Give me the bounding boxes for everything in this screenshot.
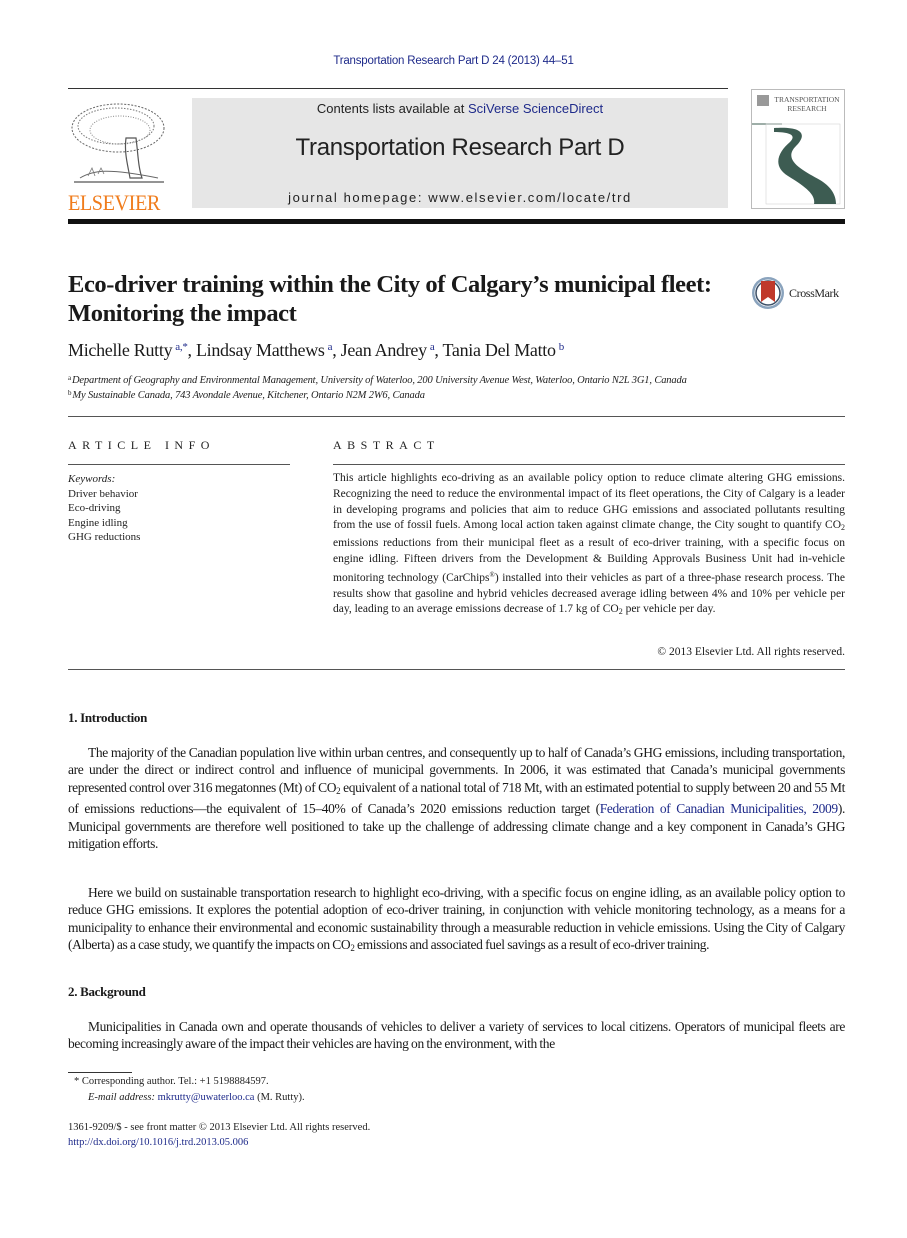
masthead-rule-top [68, 88, 728, 89]
issn-line: 1361-9209/$ - see front matter © 2013 El… [68, 1122, 371, 1133]
keywords-label: Keywords: [68, 473, 116, 485]
divider [68, 669, 845, 670]
elsevier-wordmark: ELSEVIER [68, 190, 160, 215]
author-affiliation-marker[interactable]: a [328, 341, 333, 353]
footnote-divider [68, 1072, 132, 1073]
cover-road-icon [752, 123, 841, 205]
doi-link[interactable]: http://dx.doi.org/10.1016/j.trd.2013.05.… [68, 1137, 248, 1148]
contents-line: Contents lists available at SciVerse Sci… [192, 101, 728, 116]
divider [68, 416, 845, 417]
keyword-item: Eco-driving [68, 502, 121, 514]
affiliation-a: aDepartment of Geography and Environment… [68, 374, 687, 386]
affiliation-text: Department of Geography and Environmenta… [71, 375, 687, 386]
journal-homepage[interactable]: journal homepage: www.elsevier.com/locat… [192, 190, 728, 205]
author-name[interactable]: Jean Andrey [341, 340, 427, 360]
body-paragraph: The majority of the Canadian population … [68, 744, 845, 852]
article-title-line1: Eco-driver training within the City of C… [68, 271, 712, 298]
affiliation-b: bMy Sustainable Canada, 743 Avondale Ave… [68, 389, 425, 401]
corresponding-author-footnote: * Corresponding author. Tel.: +1 5198884… [74, 1076, 269, 1087]
divider [68, 464, 290, 465]
elsevier-tree-icon [71, 103, 165, 183]
author-affiliation-marker[interactable]: a [430, 341, 435, 353]
crossmark-icon [752, 277, 784, 309]
author-affiliation-marker[interactable]: b [559, 341, 565, 353]
footnote-marker: * [74, 1076, 80, 1087]
abstract-copyright: © 2013 Elsevier Ltd. All rights reserved… [657, 646, 845, 658]
article-title-line2: Monitoring the impact [68, 300, 297, 327]
article-title: Eco-driver training within the City of C… [68, 270, 748, 328]
author-name[interactable]: Michelle Rutty [68, 340, 173, 360]
contents-prefix: Contents lists available at [316, 101, 468, 116]
divider [333, 464, 845, 465]
crossmark-button[interactable]: CrossMark [751, 276, 851, 312]
abstract-text: This article highlights eco-driving as a… [333, 471, 845, 620]
email-link[interactable]: mkrutty@uwaterloo.ca [158, 1092, 255, 1103]
footnote-text: Corresponding author. Tel.: +1 519888459… [81, 1076, 269, 1087]
affiliation-key: a [68, 374, 71, 382]
sciencedirect-link[interactable]: SciVerse ScienceDirect [468, 101, 603, 116]
author-name[interactable]: Tania Del Matto [442, 340, 556, 360]
abstract-segment: per vehicle per day. [622, 603, 716, 616]
running-head[interactable]: Transportation Research Part D 24 (2013)… [0, 55, 907, 67]
citation-link[interactable]: Federation of Canadian Municipalities, 2… [600, 801, 838, 816]
article-info-heading: ARTICLE INFO [68, 438, 215, 452]
author-list: Michelle Rutty a,*, Lindsay Matthews a, Je… [68, 340, 565, 360]
subscript: 2 [841, 523, 845, 533]
paragraph-segment: emissions and associated fuel savings as… [354, 937, 710, 953]
section-heading-background: 2. Background [68, 984, 146, 999]
keyword-item: Engine idling [68, 516, 128, 529]
body-paragraph: Here we build on sustainable transportat… [68, 884, 845, 958]
abstract-segment: This article highlights eco-driving as a… [333, 472, 845, 532]
crossmark-label: CrossMark [789, 286, 839, 300]
section-heading-introduction: 1. Introduction [68, 710, 148, 725]
email-footnote: E-mail address: mkrutty@uwaterloo.ca (M.… [88, 1092, 305, 1103]
email-suffix: (M. Rutty). [254, 1092, 305, 1103]
keyword-item: GHG reductions [68, 531, 141, 543]
masthead-rule-bottom [68, 219, 845, 224]
author-name[interactable]: Lindsay Matthews [196, 340, 325, 360]
keyword-item: Driver behavior [68, 487, 138, 500]
affiliation-key: b [68, 389, 72, 397]
journal-masthead: Contents lists available at SciVerse Sci… [192, 98, 728, 208]
affiliation-text: My Sustainable Canada, 743 Avondale Aven… [72, 390, 425, 401]
email-label: E-mail address: [88, 1092, 155, 1103]
author-affiliation-marker[interactable]: a,* [175, 341, 188, 353]
journal-title: Transportation Research Part D [295, 134, 625, 161]
journal-cover-thumbnail[interactable]: TRANSPORTATION RESEARCH [751, 89, 845, 209]
keywords-list: Keywords: Driver behavior Eco-driving En… [68, 472, 140, 545]
body-paragraph: Municipalities in Canada own and operate… [68, 1019, 845, 1052]
abstract-heading: ABSTRACT [333, 438, 440, 452]
